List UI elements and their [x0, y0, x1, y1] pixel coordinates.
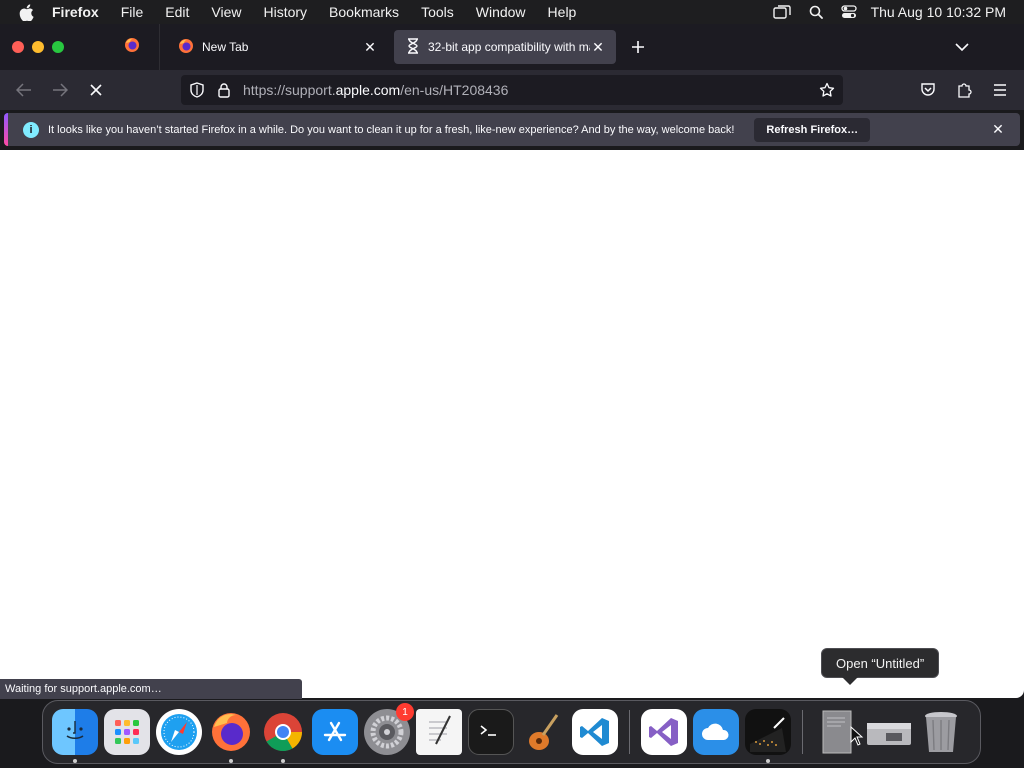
app-menu-firefox[interactable]: Firefox — [52, 4, 99, 20]
url-path: /en-us/HT208436 — [400, 82, 509, 98]
menu-window[interactable]: Window — [476, 4, 526, 20]
close-window-button[interactable] — [12, 41, 24, 53]
tab-title: 32-bit app compatibility with macOS — [428, 40, 590, 54]
vscode-icon[interactable] — [572, 709, 618, 755]
system-settings-icon[interactable]: 1 — [364, 703, 414, 755]
url-prefix: https://support. — [243, 82, 336, 98]
running-indicator — [281, 759, 285, 763]
dock: 1 — [42, 700, 981, 764]
info-icon: i — [23, 121, 39, 138]
magic-wand-app-icon[interactable] — [745, 709, 791, 763]
zoom-window-button[interactable] — [52, 41, 64, 53]
forward-arrow-icon[interactable] — [50, 80, 70, 100]
notification-badge: 1 — [396, 703, 414, 721]
list-all-tabs-chevron-down-icon[interactable] — [952, 37, 972, 57]
menu-tools[interactable]: Tools — [421, 4, 454, 20]
safari-icon[interactable] — [156, 709, 202, 755]
extensions-puzzle-icon[interactable] — [954, 80, 974, 100]
tracking-protection-shield-icon[interactable] — [189, 82, 205, 98]
tab-new-tab[interactable]: New Tab ✕ — [166, 30, 388, 64]
screen-mirroring-icon[interactable] — [772, 5, 791, 19]
mouse-cursor-icon — [850, 725, 864, 751]
app-menus: Firefox File Edit View History Bookmarks… — [52, 4, 598, 20]
close-notification-icon[interactable]: ✕ — [990, 121, 1006, 138]
visual-studio-icon[interactable] — [641, 709, 687, 755]
refresh-firefox-notification: i It looks like you haven’t started Fire… — [4, 113, 1020, 146]
running-indicator — [766, 759, 770, 763]
status-panel: Waiting for support.apple.com… — [0, 679, 302, 699]
new-tab-button[interactable] — [628, 37, 648, 57]
menu-file[interactable]: File — [121, 4, 144, 20]
running-indicator — [229, 759, 233, 763]
toolbar-right-buttons — [902, 80, 1010, 100]
bookmark-star-icon[interactable] — [819, 82, 835, 98]
finder-icon[interactable] — [52, 709, 98, 763]
lock-icon[interactable] — [217, 82, 231, 98]
firefox-icon — [178, 38, 194, 57]
menu-clock[interactable]: Thu Aug 10 10:32 PM — [871, 4, 1006, 20]
back-arrow-icon[interactable] — [14, 80, 34, 100]
control-center-icon[interactable] — [840, 5, 857, 19]
icloud-weather-icon[interactable] — [693, 709, 739, 755]
garageband-guitar-icon[interactable] — [520, 709, 566, 755]
dock-separator — [802, 710, 803, 754]
menu-bar: Firefox File Edit View History Bookmarks… — [0, 0, 1024, 24]
navigation-toolbar: https://support.apple.com/en-us/HT208436 — [0, 70, 1024, 110]
menu-help[interactable]: Help — [548, 4, 577, 20]
url-text: https://support.apple.com/en-us/HT208436 — [243, 82, 508, 98]
tab-32-bit-app-compatibility[interactable]: 32-bit app compatibility with macOS ✕ — [394, 30, 616, 64]
pinned-tab-firefox[interactable] — [104, 24, 160, 70]
dock-tooltip: Open “Untitled” — [821, 648, 940, 685]
firefox-app-icon[interactable] — [208, 709, 254, 763]
app-store-icon[interactable] — [312, 709, 358, 755]
menu-edit[interactable]: Edit — [165, 4, 189, 20]
refresh-firefox-button[interactable]: Refresh Firefox… — [754, 117, 871, 142]
launchpad-icon[interactable] — [104, 709, 150, 755]
window-controls — [12, 41, 104, 53]
notification-message: It looks like you haven’t started Firefo… — [48, 123, 735, 136]
url-bar[interactable]: https://support.apple.com/en-us/HT208436 — [181, 75, 843, 105]
url-host: apple.com — [335, 82, 401, 98]
running-indicator — [73, 759, 77, 763]
hourglass-icon — [406, 37, 420, 57]
status-menus: Thu Aug 10 10:32 PM — [755, 4, 1024, 20]
notification-accent-stripe — [4, 113, 8, 146]
tab-title: New Tab — [202, 40, 249, 54]
close-tab-icon[interactable]: ✕ — [590, 39, 606, 55]
menu-history[interactable]: History — [263, 4, 307, 20]
chrome-icon[interactable] — [260, 709, 306, 763]
stop-loading-icon[interactable] — [86, 80, 106, 100]
apple-menu-icon[interactable] — [0, 3, 52, 21]
firefox-icon — [124, 37, 140, 58]
terminal-icon[interactable] — [468, 709, 514, 755]
minimize-window-button[interactable] — [32, 41, 44, 53]
tab-strip: New Tab ✕ 32-bit app compatibility with … — [0, 24, 1024, 70]
page-content[interactable] — [0, 150, 1024, 698]
dock-separator — [629, 710, 630, 754]
close-tab-icon[interactable]: ✕ — [362, 39, 378, 55]
scanner-icon[interactable] — [866, 709, 912, 755]
hamburger-menu-icon[interactable] — [990, 80, 1010, 100]
pocket-icon[interactable] — [918, 80, 938, 100]
trash-icon[interactable] — [918, 709, 964, 755]
textedit-icon[interactable] — [416, 709, 462, 755]
spotlight-search-icon[interactable] — [809, 5, 823, 19]
menu-view[interactable]: View — [211, 4, 241, 20]
menu-bookmarks[interactable]: Bookmarks — [329, 4, 399, 20]
